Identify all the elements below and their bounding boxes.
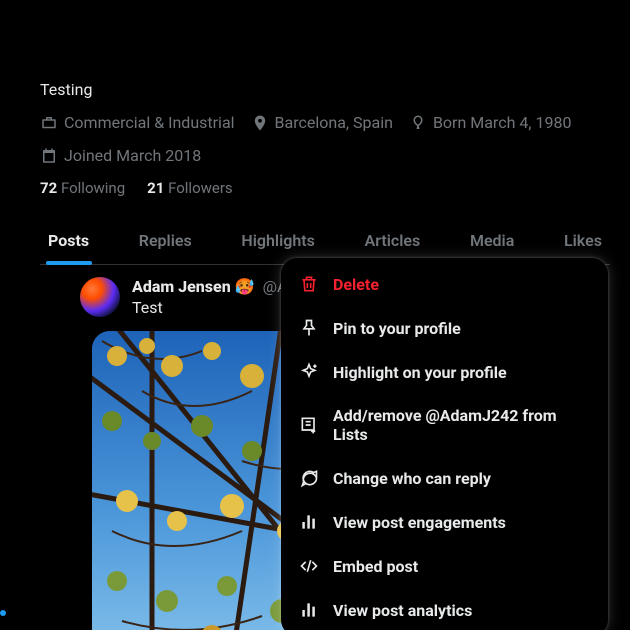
- menu-embed[interactable]: Embed post: [281, 544, 608, 588]
- profile-joined-text: Joined March 2018: [64, 146, 201, 165]
- tab-media[interactable]: Media: [462, 215, 522, 264]
- menu-lists[interactable]: Add/remove @AdamJ242 from Lists: [281, 394, 608, 456]
- balloon-icon: [409, 114, 427, 132]
- location-pin-icon: [251, 114, 269, 132]
- following-count: 72: [40, 179, 57, 197]
- profile-bio: Testing: [40, 80, 610, 99]
- list-add-icon: [299, 415, 319, 435]
- profile-birthday: Born March 4, 1980: [409, 113, 572, 132]
- compose-indicator: [0, 610, 6, 616]
- tab-posts[interactable]: Posts: [40, 215, 97, 264]
- tab-likes[interactable]: Likes: [556, 215, 610, 264]
- menu-lists-label: Add/remove @AdamJ242 from Lists: [333, 406, 590, 444]
- menu-analytics-label: View post analytics: [333, 601, 472, 620]
- tab-articles[interactable]: Articles: [357, 215, 429, 264]
- briefcase-icon: [40, 114, 58, 132]
- profile-category: Commercial & Industrial: [40, 113, 235, 132]
- speech-bubble-icon: [299, 468, 319, 488]
- tab-highlights[interactable]: Highlights: [233, 215, 322, 264]
- post-emoji: 🥵: [235, 277, 255, 296]
- profile-location: Barcelona, Spain: [251, 113, 393, 132]
- followers-link[interactable]: 21 Followers: [147, 179, 233, 197]
- avatar[interactable]: [80, 277, 120, 317]
- post-display-name[interactable]: Adam Jensen: [132, 277, 231, 296]
- followers-count: 21: [147, 179, 164, 197]
- profile-joined: Joined March 2018: [40, 146, 201, 165]
- sparkle-icon: [299, 362, 319, 382]
- profile-location-text: Barcelona, Spain: [275, 113, 393, 132]
- profile-birthday-text: Born March 4, 1980: [433, 113, 572, 132]
- trash-icon: [299, 274, 319, 294]
- menu-reply-label: Change who can reply: [333, 469, 491, 488]
- menu-highlight[interactable]: Highlight on your profile: [281, 350, 608, 394]
- menu-delete-label: Delete: [333, 275, 379, 294]
- follow-row: 72 Following 21 Followers: [40, 179, 610, 197]
- profile-category-text: Commercial & Industrial: [64, 113, 235, 132]
- menu-highlight-label: Highlight on your profile: [333, 363, 507, 382]
- profile-meta-row: Commercial & Industrial Barcelona, Spain…: [40, 113, 610, 165]
- code-icon: [299, 556, 319, 576]
- menu-engagements[interactable]: View post engagements: [281, 500, 608, 544]
- post-actions-menu: Delete Pin to your profile Highlight on …: [281, 258, 608, 630]
- analytics-icon: [299, 512, 319, 532]
- following-label: Following: [61, 179, 125, 197]
- analytics-icon: [299, 600, 319, 620]
- menu-engagements-label: View post engagements: [333, 513, 506, 532]
- followers-label: Followers: [168, 179, 233, 197]
- pin-icon: [299, 318, 319, 338]
- menu-pin[interactable]: Pin to your profile: [281, 306, 608, 350]
- tab-replies[interactable]: Replies: [131, 215, 200, 264]
- menu-pin-label: Pin to your profile: [333, 319, 461, 338]
- menu-reply[interactable]: Change who can reply: [281, 456, 608, 500]
- following-link[interactable]: 72 Following: [40, 179, 125, 197]
- menu-embed-label: Embed post: [333, 557, 418, 576]
- calendar-icon: [40, 147, 58, 165]
- menu-analytics[interactable]: View post analytics: [281, 588, 608, 630]
- menu-delete[interactable]: Delete: [281, 262, 608, 306]
